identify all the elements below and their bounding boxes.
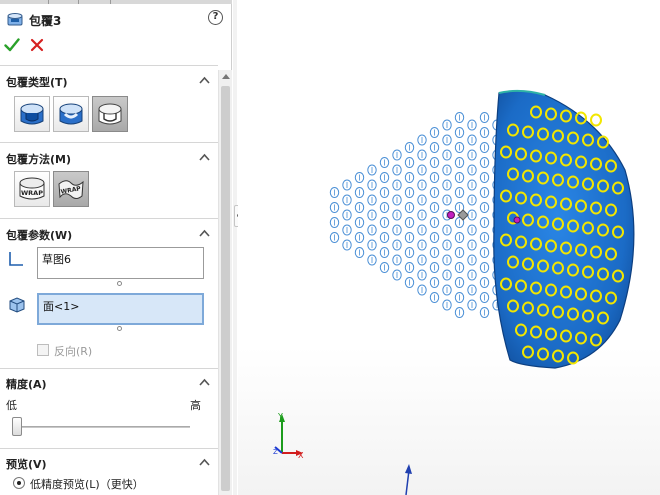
sketch-icon	[9, 252, 23, 266]
chevron-up-icon[interactable]	[199, 378, 210, 386]
chevron-up-icon[interactable]	[199, 76, 210, 84]
deboss-wrap-icon	[59, 103, 83, 125]
divider	[0, 65, 218, 66]
panel-scrollbar[interactable]	[218, 70, 232, 495]
source-sketch-value: 草图6	[42, 253, 71, 266]
reverse-direction-label: 反向(R)	[54, 345, 93, 358]
source-sketch-field[interactable]: 草图6	[37, 247, 204, 279]
divider	[0, 368, 218, 369]
panel-splitter[interactable]	[233, 0, 237, 495]
section-heading-accuracy: 精度(A)	[6, 378, 47, 391]
graphics-viewport[interactable]: Y X Z	[238, 0, 660, 495]
wrapped-circle	[590, 113, 602, 127]
field-resize-handle[interactable]	[117, 281, 122, 286]
svg-text:WRAP: WRAP	[21, 189, 43, 197]
triad-x-label: X	[298, 451, 304, 460]
divider	[0, 448, 218, 449]
target-face-value: 面<1>	[43, 300, 80, 313]
divider	[0, 218, 218, 219]
wrap-analytical-button[interactable]: WRAP	[14, 171, 50, 207]
panel-tab-strip[interactable]	[0, 0, 232, 4]
emboss-wrap-button[interactable]	[14, 96, 50, 132]
wrap-feature-icon	[7, 13, 23, 26]
panel-title: 包覆3	[29, 14, 62, 28]
wrap-analytical-icon: WRAP	[19, 177, 45, 200]
low-accuracy-preview-label: 低精度预览(L)（更快）	[30, 478, 144, 491]
chevron-up-icon[interactable]	[199, 153, 210, 161]
wrap-spline-button[interactable]: WRAP	[53, 171, 89, 207]
chevron-up-icon[interactable]	[199, 458, 210, 466]
chevron-up-icon[interactable]	[199, 229, 210, 237]
reverse-direction-checkbox[interactable]	[37, 344, 49, 356]
section-heading-preview: 预览(V)	[6, 458, 47, 471]
deboss-wrap-button[interactable]	[53, 96, 89, 132]
scrollbar-thumb[interactable]	[221, 86, 230, 491]
accuracy-slider-track[interactable]	[16, 426, 190, 428]
coordinate-triad: Y X Z	[273, 412, 304, 460]
divider	[0, 142, 218, 143]
emboss-wrap-icon	[20, 103, 44, 125]
panel-title-bar: 包覆3	[0, 6, 232, 32]
section-heading-wrap-method: 包覆方法(M)	[6, 153, 72, 166]
triad-y-label: Y	[277, 412, 283, 421]
triad-z-label: Z	[273, 448, 278, 456]
property-manager-panel: 包覆3 ? 包覆类型(T) 包覆方法(M) WRAP WRAP 包覆参数(W) …	[0, 0, 232, 495]
scribe-wrap-button[interactable]	[92, 96, 128, 132]
view-arrow	[405, 464, 412, 495]
accuracy-high-label: 高	[190, 399, 201, 412]
field-resize-handle[interactable]	[117, 326, 122, 331]
accuracy-slider-thumb[interactable]	[12, 417, 22, 436]
wrap-spline-icon: WRAP	[58, 180, 84, 199]
section-heading-wrap-type: 包覆类型(T)	[6, 76, 68, 89]
help-button[interactable]: ?	[208, 10, 223, 25]
accuracy-low-label: 低	[6, 399, 17, 412]
section-heading-wrap-params: 包覆参数(W)	[6, 229, 73, 242]
close-icon[interactable]	[30, 38, 44, 52]
wrap-sketch-pattern[interactable]	[329, 112, 502, 318]
check-icon[interactable]	[4, 37, 20, 53]
scroll-up-arrow-icon[interactable]	[222, 73, 230, 79]
model-scene[interactable]: Y X Z	[238, 0, 660, 495]
face-icon	[9, 297, 25, 313]
low-accuracy-preview-radio[interactable]	[13, 477, 25, 489]
scribe-wrap-icon	[98, 103, 122, 125]
target-face-field[interactable]: 面<1>	[37, 293, 204, 325]
